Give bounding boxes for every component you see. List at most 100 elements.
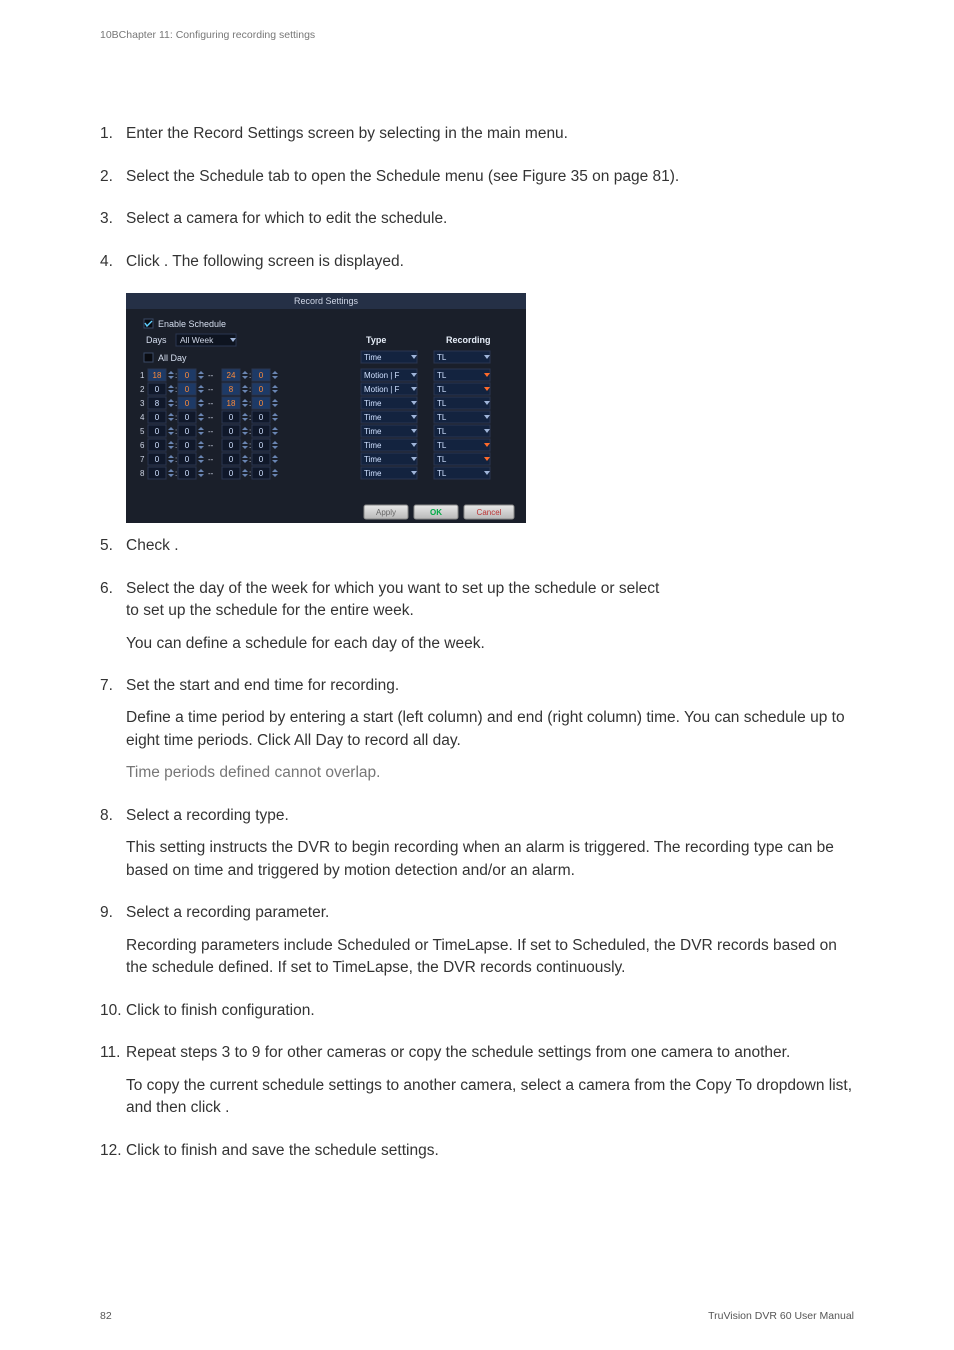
svg-text:0: 0: [185, 427, 190, 436]
svg-text:Time: Time: [364, 441, 382, 450]
svg-text::: :: [175, 385, 177, 394]
svg-text:0: 0: [259, 455, 264, 464]
svg-text:8: 8: [140, 469, 145, 478]
step-text: Select the day of the week for which you…: [126, 578, 854, 623]
step-number: 11.: [100, 1042, 126, 1129]
svg-text:2: 2: [140, 385, 145, 394]
svg-text:0: 0: [155, 413, 160, 422]
svg-text:Time: Time: [364, 427, 382, 436]
svg-text:TL: TL: [437, 353, 447, 362]
svg-text:0: 0: [229, 441, 234, 450]
svg-text::: :: [175, 371, 177, 380]
svg-text:TL: TL: [437, 441, 447, 450]
step-text: Check .: [126, 535, 854, 557]
running-header: 10BChapter 11: Configuring recording set…: [100, 28, 854, 43]
step-text: Repeat steps 3 to 9 for other cameras or…: [126, 1042, 854, 1064]
step-subtext: You can define a schedule for each day o…: [126, 633, 854, 655]
svg-text:TL: TL: [437, 427, 447, 436]
svg-text:0: 0: [185, 455, 190, 464]
svg-text:0: 0: [155, 385, 160, 394]
svg-text:0: 0: [185, 399, 190, 408]
svg-text:--: --: [208, 385, 214, 394]
step-list-cont: 5. Check . 6. Select the day of the week…: [100, 535, 854, 1172]
svg-text:0: 0: [155, 441, 160, 450]
dialog-title: Record Settings: [294, 296, 359, 306]
svg-text:0: 0: [155, 455, 160, 464]
step-subtext: Define a time period by entering a start…: [126, 707, 854, 752]
svg-text:0: 0: [229, 427, 234, 436]
ok-button: OK: [430, 508, 442, 517]
step-subtext: Recording parameters include Scheduled o…: [126, 935, 854, 980]
svg-text::: :: [249, 469, 251, 478]
svg-text:7: 7: [140, 455, 145, 464]
svg-text:TL: TL: [437, 413, 447, 422]
step-number: 2.: [100, 166, 126, 198]
svg-text:0: 0: [259, 427, 264, 436]
step-number: 5.: [100, 535, 126, 567]
step-number: 6.: [100, 578, 126, 665]
svg-text::: :: [175, 427, 177, 436]
step-number: 9.: [100, 902, 126, 989]
svg-text:0: 0: [259, 385, 264, 394]
step-number: 4.: [100, 251, 126, 283]
step-list: 1. Enter the Record Settings screen by s…: [100, 123, 854, 283]
step-number: 1.: [100, 123, 126, 155]
svg-text::: :: [249, 427, 251, 436]
svg-text::: :: [249, 441, 251, 450]
svg-text:8: 8: [155, 399, 160, 408]
svg-text:TL: TL: [437, 371, 447, 380]
step-subtext: This setting instructs the DVR to begin …: [126, 837, 854, 882]
svg-text:0: 0: [259, 469, 264, 478]
svg-text:0: 0: [259, 371, 264, 380]
svg-text::: :: [249, 413, 251, 422]
svg-text:--: --: [208, 427, 214, 436]
step-text: Select a camera for which to edit the sc…: [126, 208, 854, 230]
svg-text::: :: [175, 441, 177, 450]
allday-label: All Day: [158, 353, 187, 363]
step-note: Time periods defined cannot overlap.: [126, 762, 854, 784]
step-text: Select a recording type.: [126, 805, 854, 827]
svg-text:4: 4: [140, 413, 145, 422]
svg-text:Time: Time: [364, 469, 382, 478]
svg-text:Time: Time: [364, 399, 382, 408]
svg-text:0: 0: [185, 469, 190, 478]
svg-text:0: 0: [229, 455, 234, 464]
step-text: Select the Schedule tab to open the Sche…: [126, 166, 854, 188]
svg-text:3: 3: [140, 399, 145, 408]
svg-text::: :: [249, 399, 251, 408]
svg-text::: :: [175, 469, 177, 478]
enable-schedule-label: Enable Schedule: [158, 319, 226, 329]
step-number: 8.: [100, 805, 126, 892]
svg-text:TL: TL: [437, 469, 447, 478]
days-value: All Week: [180, 335, 214, 345]
doc-title-footer: TruVision DVR 60 User Manual: [708, 1309, 854, 1324]
svg-text:6: 6: [140, 441, 145, 450]
svg-text:0: 0: [185, 413, 190, 422]
svg-text:--: --: [208, 399, 214, 408]
svg-text:--: --: [208, 469, 214, 478]
svg-text:Time: Time: [364, 413, 382, 422]
record-settings-screenshot: Record Settings Enable Schedule Days All…: [126, 293, 526, 523]
svg-text:8: 8: [229, 385, 234, 394]
svg-text:0: 0: [185, 371, 190, 380]
svg-text:5: 5: [140, 427, 145, 436]
svg-text:18: 18: [153, 371, 162, 380]
step-text: Select a recording parameter.: [126, 902, 854, 924]
apply-button: Apply: [376, 508, 396, 517]
svg-text:24: 24: [227, 371, 236, 380]
step-text: Click . The following screen is displaye…: [126, 251, 854, 273]
svg-text::: :: [175, 455, 177, 464]
step-number: 7.: [100, 675, 126, 795]
step-text: Enter the Record Settings screen by sele…: [126, 123, 854, 145]
svg-text:0: 0: [185, 441, 190, 450]
svg-text:TL: TL: [437, 455, 447, 464]
step-subtext: To copy the current schedule settings to…: [126, 1075, 854, 1120]
svg-text:0: 0: [185, 385, 190, 394]
svg-text:18: 18: [227, 399, 236, 408]
svg-text:--: --: [208, 455, 214, 464]
svg-text:Time: Time: [364, 353, 382, 362]
step-number: 3.: [100, 208, 126, 240]
svg-text::: :: [175, 399, 177, 408]
page-number: 82: [100, 1309, 112, 1324]
svg-text:0: 0: [259, 399, 264, 408]
